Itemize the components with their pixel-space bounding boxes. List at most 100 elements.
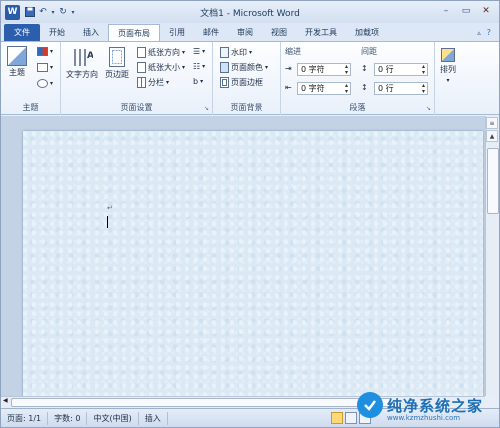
text-cursor xyxy=(107,216,108,228)
redo-icon[interactable]: ↻ xyxy=(57,4,69,20)
vertical-scrollbar[interactable]: ≡ ▲ xyxy=(485,116,499,396)
language-indicator[interactable]: 中文(中国) xyxy=(87,411,139,425)
scroll-left-icon[interactable]: ◀ xyxy=(3,397,8,404)
margins-button[interactable]: 页边距 xyxy=(105,46,129,80)
tab-page-layout[interactable]: 页面布局 xyxy=(108,24,160,41)
theme-effects-icon xyxy=(37,79,48,88)
group-page-setup-label: 页面设置 xyxy=(120,103,153,112)
close-button[interactable]: ✕ xyxy=(477,4,495,18)
print-layout-view-icon[interactable] xyxy=(331,412,343,424)
tab-review[interactable]: 审阅 xyxy=(228,24,262,41)
restore-button[interactable]: ▭ xyxy=(457,4,475,18)
group-theme-label: 主题 xyxy=(22,103,39,112)
size-label: 纸张大小 xyxy=(148,63,180,72)
title-bar: W ↶ ▾ ↻ ▾ 文档1 - Microsoft Word – ▭ ✕ xyxy=(1,1,499,23)
word-window: W ↶ ▾ ↻ ▾ 文档1 - Microsoft Word – ▭ ✕ 文件 … xyxy=(0,0,500,428)
tab-file[interactable]: 文件 xyxy=(4,24,40,41)
tab-developer[interactable]: 开发工具 xyxy=(296,24,346,41)
undo-icon[interactable]: ↶ xyxy=(37,4,49,20)
page-color-label: 页面颜色 xyxy=(231,63,263,72)
tab-mailings[interactable]: 邮件 xyxy=(194,24,228,41)
spacing-before-field[interactable]: 0 行 ▴ ▾ xyxy=(374,63,428,76)
customize-quick-access-icon[interactable]: ▾ xyxy=(69,4,77,20)
tab-insert[interactable]: 插入 xyxy=(74,24,108,41)
columns-button[interactable]: 分栏 ▾ xyxy=(137,77,169,88)
undo-dropdown-icon[interactable]: ▾ xyxy=(49,4,57,20)
size-icon xyxy=(137,62,146,73)
spacing-before-spinner-icon[interactable]: ▴ ▾ xyxy=(422,64,425,76)
indent-heading: 缩进 xyxy=(285,47,301,56)
text-direction-icon: A xyxy=(74,49,93,66)
scroll-up-icon[interactable]: ▲ xyxy=(486,130,498,142)
indent-right-field[interactable]: 0 字符 ▴ ▾ xyxy=(297,82,351,95)
columns-icon xyxy=(137,77,146,88)
tab-view[interactable]: 视图 xyxy=(262,24,296,41)
watermark-text: 纯净系统之家 xyxy=(387,396,484,415)
word-count[interactable]: 字数: 0 xyxy=(48,411,88,425)
page-border-icon xyxy=(220,77,229,88)
arrange-icon xyxy=(441,48,455,62)
breaks-icon[interactable]: ☰ ▾ xyxy=(193,47,205,56)
columns-label: 分栏 xyxy=(148,78,164,87)
document-page[interactable]: ↵ xyxy=(23,131,483,396)
page-setup-launcher-icon[interactable]: ↘ xyxy=(204,105,209,112)
theme-effects-button[interactable]: ▾ xyxy=(37,79,53,88)
orientation-button[interactable]: 纸张方向 ▾ xyxy=(137,47,185,58)
line-numbers-icon[interactable]: ☷ ▾ xyxy=(193,62,205,71)
orientation-label: 纸张方向 xyxy=(148,48,180,57)
help-icon[interactable]: ? xyxy=(487,28,491,37)
theme-colors-button[interactable]: ▾ xyxy=(37,47,53,56)
tab-addins[interactable]: 加载项 xyxy=(346,24,388,41)
group-paragraph-label: 段落 xyxy=(349,103,366,112)
size-button[interactable]: 纸张大小 ▾ xyxy=(137,62,185,73)
horizontal-scroll-thumb[interactable] xyxy=(11,398,391,407)
spacing-after-spinner-icon[interactable]: ▴ ▾ xyxy=(422,83,425,95)
spacing-before-value: 0 行 xyxy=(378,65,394,74)
tab-home[interactable]: 开始 xyxy=(40,24,74,41)
word-logo-icon[interactable]: W xyxy=(5,4,20,20)
watermark-label: 水印 xyxy=(231,48,247,57)
theme-icon xyxy=(7,46,27,66)
group-theme: 主题 ▾ ▾ ▾ 主题 xyxy=(1,42,61,115)
paragraph-mark: ↵ xyxy=(107,204,113,212)
arrange-button[interactable]: 排列 ▾ xyxy=(440,48,456,84)
text-direction-button[interactable]: A 文字方向 xyxy=(66,46,98,80)
theme-button[interactable]: 主题 xyxy=(7,46,27,78)
indent-right-value: 0 字符 xyxy=(301,84,325,93)
group-page-background-label: 页面背景 xyxy=(230,103,263,112)
indent-right-spinner-icon[interactable]: ▴ ▾ xyxy=(345,83,348,95)
indent-left-field[interactable]: 0 字符 ▴ ▾ xyxy=(297,63,351,76)
indent-left-icon: ⇥ xyxy=(285,64,292,73)
tab-references[interactable]: 引用 xyxy=(160,24,194,41)
arrange-label: 排列 xyxy=(440,65,456,74)
ruler-toggle-icon[interactable]: ≡ xyxy=(486,117,498,129)
group-arrange: 排列 ▾ xyxy=(435,42,469,115)
spacing-heading: 间距 xyxy=(361,47,377,56)
group-paragraph: 缩进 间距 ⇥ 0 字符 ▴ ▾ ⇤ 0 字符 ▴ ▾ ↕ 0 行 ▴ ▾ ↕ 0 行 ▴ ▾ … xyxy=(281,42,435,115)
orientation-icon xyxy=(137,47,146,58)
document-workspace: ↵ ≡ ▲ xyxy=(1,116,499,396)
margins-label: 页边距 xyxy=(105,70,129,79)
page-border-button[interactable]: 页面边框 xyxy=(220,77,263,88)
minimize-button[interactable]: – xyxy=(437,4,455,18)
group-page-background: 水印 ▾ 页面颜色 ▾ 页面边框 页面背景 xyxy=(213,42,281,115)
insert-mode-indicator[interactable]: 插入 xyxy=(139,411,168,425)
watermark-button[interactable]: 水印 ▾ xyxy=(220,47,252,58)
paragraph-launcher-icon[interactable]: ↘ xyxy=(426,105,431,112)
ribbon-page-layout: 主题 ▾ ▾ ▾ 主题 A 文字方向 页边距 纸张方向 ▾ 纸张大小 ▾ 分栏 … xyxy=(1,41,499,115)
page-border-label: 页面边框 xyxy=(231,78,263,87)
save-icon[interactable] xyxy=(23,4,37,20)
collapse-ribbon-icon[interactable]: ▵ xyxy=(477,29,481,37)
vertical-scroll-thumb[interactable] xyxy=(487,148,499,214)
theme-fonts-icon xyxy=(37,63,48,72)
theme-fonts-button[interactable]: ▾ xyxy=(37,63,53,72)
indent-left-spinner-icon[interactable]: ▴ ▾ xyxy=(345,64,348,76)
indent-right-icon: ⇤ xyxy=(285,83,292,92)
spacing-after-field[interactable]: 0 行 ▴ ▾ xyxy=(374,82,428,95)
page-color-button[interactable]: 页面颜色 ▾ xyxy=(220,62,268,73)
page-count[interactable]: 页面: 1/1 xyxy=(1,411,49,425)
hyphenation-icon[interactable]: b ▾ xyxy=(193,77,203,86)
full-screen-reading-view-icon[interactable] xyxy=(345,412,357,424)
indent-left-value: 0 字符 xyxy=(301,65,325,74)
group-page-setup: A 文字方向 页边距 纸张方向 ▾ 纸张大小 ▾ 分栏 ▾ ☰ ▾ ☷ ▾ b ▾ 页面设置… xyxy=(61,42,213,115)
